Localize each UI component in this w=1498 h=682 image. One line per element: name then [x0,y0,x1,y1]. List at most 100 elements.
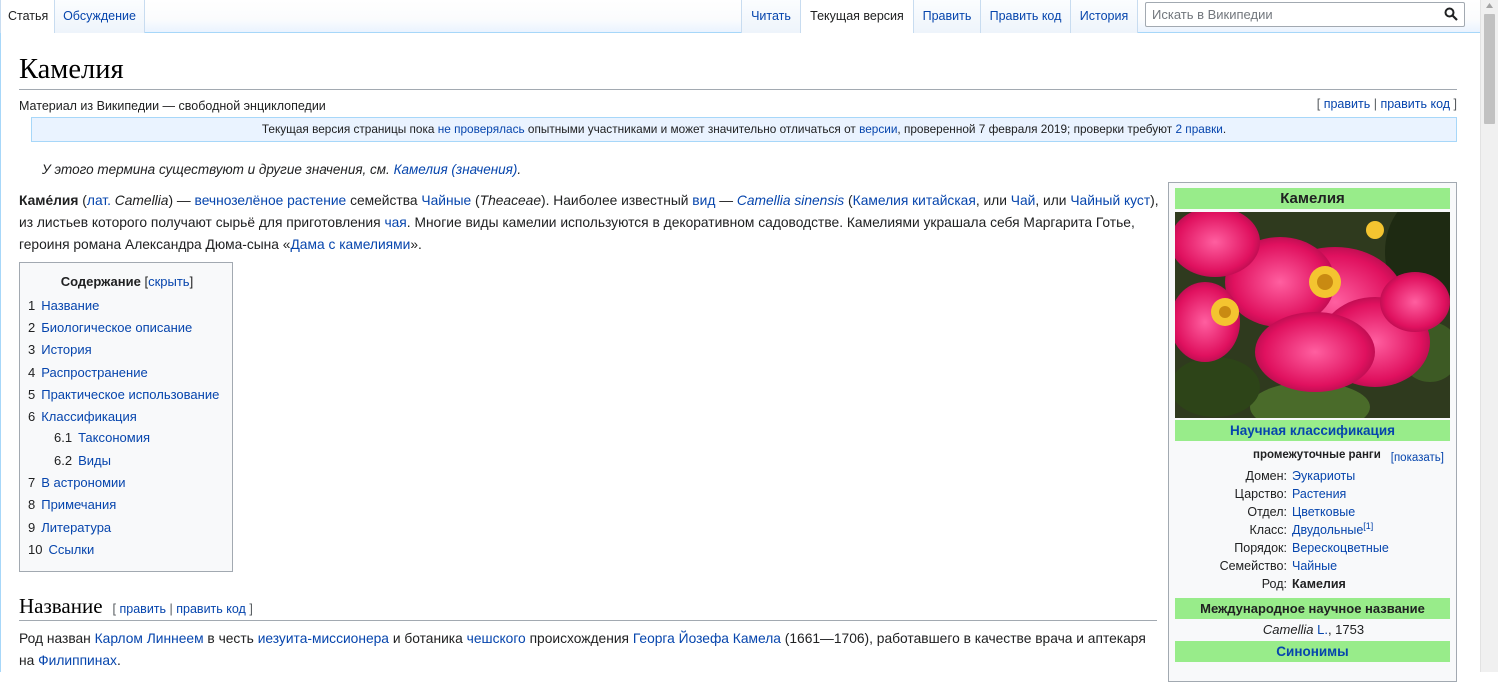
text: ». [410,237,422,252]
toc-item[interactable]: 6 Классификация [28,409,137,429]
flagged-revision-notice: Текущая версия страницы пока не проверял… [31,117,1457,142]
tab-talk[interactable]: Обсуждение [54,0,145,33]
latin-link[interactable]: лат. [87,193,111,208]
toc-item[interactable]: 9 Литература [28,520,111,540]
toc-item[interactable]: 3 История [28,342,92,362]
taxon-value[interactable]: Чайные [1292,559,1337,573]
toc-item[interactable]: 1 Название [28,298,99,318]
tea-bush-link[interactable]: Чайный куст [1070,193,1150,208]
section-heading: Название [ править | править код ] [19,594,253,619]
authority-link[interactable]: L. [1317,622,1328,637]
tab-edit[interactable]: Править [913,0,980,33]
pending-edits-link[interactable]: 2 правки [1175,122,1222,136]
article-subject: Каме́лия [19,193,79,208]
toc-link[interactable]: В астрономии [41,475,125,490]
page-edit-links: [ править | править код ] [1317,97,1457,111]
camellia-photo[interactable] [1175,212,1450,418]
species-link[interactable]: вид [692,193,715,208]
toc-toggle-bracket: ] [189,274,194,289]
toc-number: 9 [28,520,36,535]
toc-number: 5 [28,387,36,402]
scroll-up-arrow-icon[interactable] [1485,2,1494,10]
search-input[interactable] [1146,3,1436,26]
toc-link[interactable]: Классификация [41,409,137,424]
taxon-value[interactable]: Верескоцветные [1292,541,1389,555]
tab-edit-source[interactable]: Править код [980,0,1070,33]
reference-link[interactable]: [1] [1363,521,1373,531]
toc-item[interactable]: 4 Распространение [28,365,148,385]
scientific-classification-link[interactable]: Научная классификация [1230,423,1395,438]
toc-item[interactable]: 5 Практическое использование [28,387,219,407]
toc-toggle-bracket: [ [140,274,149,289]
toc-link[interactable]: Практическое использование [41,387,219,402]
bracket: ] [245,602,253,616]
linnaeus-link[interactable]: Карлом Линнеем [95,631,204,646]
toc-item[interactable]: 2 Биологическое описание [28,320,192,340]
taxon-value[interactable]: Растения [1292,487,1346,501]
text: ) — [168,193,195,208]
evergreen-link[interactable]: вечнозелёное растение [195,193,347,208]
disambiguation-link[interactable]: Камелия (значения) [394,162,518,177]
toc-item[interactable]: 7 В астрономии [28,475,126,495]
toc-link[interactable]: Виды [78,453,111,468]
synonyms-link[interactable]: Синонимы [1276,644,1348,659]
tab-current-version[interactable]: Текущая версия [800,0,913,34]
toc-item[interactable]: 6.1 Таксономия [54,430,150,450]
separator: | [1370,97,1381,111]
taxon-row: Домен: Эукариоты [1175,469,1450,487]
toc-number: 6.2 [54,453,73,468]
toc-link[interactable]: Распространение [41,365,147,380]
toc-link[interactable]: Таксономия [78,430,150,445]
vertical-scrollbar[interactable] [1480,0,1498,672]
taxon-rank: Класс: [1249,523,1288,537]
camellia-sinensis-link[interactable]: Camellia sinensis [737,193,844,208]
taxon-rank: Род: [1261,577,1287,591]
site-tagline: Материал из Википедии — свободной энцикл… [19,99,326,113]
reviewed-version-link[interactable]: версии [859,122,897,136]
page-title: Камелия [19,54,124,85]
toc-item[interactable]: 6.2 Виды [54,453,111,473]
tabs-bar: Статья Обсуждение Читать Текущая версия … [0,0,1480,34]
taxon-value-wrap: Двудольные[1] [1292,521,1373,537]
text: , или [975,193,1011,208]
toc-item[interactable]: 10 Ссылки [28,542,94,562]
toc-toggle[interactable]: скрыть [148,274,190,289]
not-reviewed-link[interactable]: не проверялась [438,122,525,136]
taxon-row: Порядок: Верескоцветные [1175,541,1450,559]
toc-item[interactable]: 8 Примечания [28,497,116,517]
hatnote-text: У этого термина существуют и другие знач… [42,162,394,177]
toc-title: Содержание [60,274,141,289]
czech-link[interactable]: чешского [467,631,526,646]
taxon-value[interactable]: Двудольные [1292,523,1363,537]
toc-link[interactable]: История [41,342,91,357]
jesuit-link[interactable]: иезуита-миссионера [258,631,389,646]
show-ranks-toggle[interactable]: [показать] [1391,452,1444,464]
lady-of-camellias-link[interactable]: Дама с камелиями [290,237,410,252]
scrollbar-thumb[interactable] [1484,14,1495,124]
theaceae-link[interactable]: Чайные [421,193,471,208]
section-edit-source-link[interactable]: править код [176,602,246,616]
edit-source-link[interactable]: править код [1380,97,1450,111]
taxon-value[interactable]: Цветковые [1292,505,1355,519]
tea-link[interactable]: Чай [1011,193,1036,208]
philippines-link[interactable]: Филиппинах [38,653,117,668]
toc-link[interactable]: Примечания [41,497,116,512]
toc-link[interactable]: Биологическое описание [41,320,192,335]
search-icon[interactable] [1444,7,1458,21]
tab-history[interactable]: История [1070,0,1138,33]
toc-link[interactable]: Ссылки [48,542,94,557]
toc-link[interactable]: Литература [41,520,111,535]
tab-article[interactable]: Статья [0,0,54,34]
taxon-value[interactable]: Эукариоты [1292,469,1355,483]
taxon-rank: Домен: [1245,469,1287,483]
kamel-link[interactable]: Георга Йозефа Камела [633,631,781,646]
lead-paragraph: Каме́лия (лат. Camellia) — вечнозелёное … [19,190,1159,256]
taxon-row: Отдел: Цветковые [1175,505,1450,523]
chinese-camellia-link[interactable]: Камелия китайская [853,193,976,208]
edit-link[interactable]: править [1324,97,1371,111]
text: — [715,193,737,208]
tab-read[interactable]: Читать [741,0,800,33]
section-edit-link[interactable]: править [120,602,167,616]
toc-link[interactable]: Название [41,298,99,313]
tea-drink-link[interactable]: чая [384,215,406,230]
